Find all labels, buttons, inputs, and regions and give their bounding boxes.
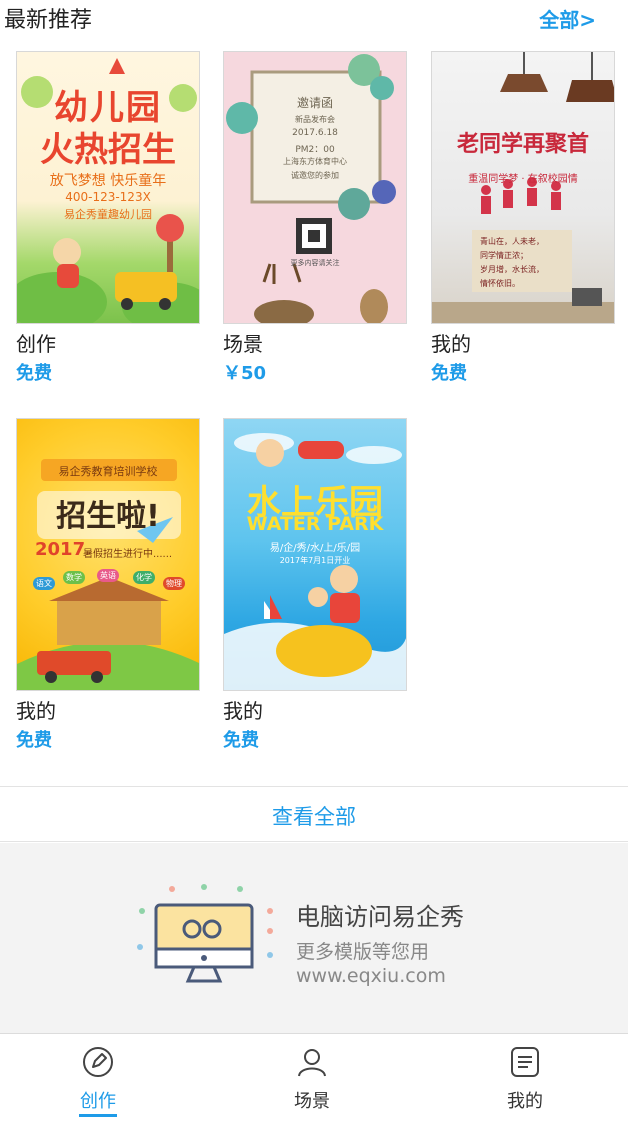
promo-title: 电脑访问易企秀 — [296, 903, 464, 931]
poster-text: 新品发布会 — [295, 115, 335, 124]
poster-text: 易/企/秀/水/上/乐/园 — [269, 543, 361, 554]
poster-decoration — [432, 52, 614, 323]
poster-decoration — [226, 54, 396, 323]
poster-text: 2017年7月1日开业 — [279, 556, 351, 565]
tab-label: 创作 — [80, 1091, 116, 1112]
template-thumbnail[interactable]: 幼儿园 火热招生 放飞梦想 快乐童年 400-123-123X 易企秀童趣幼儿园 — [16, 51, 200, 324]
poster-text: 岁月增，水长流， — [480, 265, 544, 274]
poster-title: 邀请函 — [296, 96, 333, 110]
tab-label: 场景 — [294, 1091, 330, 1112]
pen-icon — [83, 1047, 113, 1077]
poster-text: 同学情正浓； — [480, 251, 528, 260]
poster-text: 重温同学梦 · 在叙校园情 — [468, 174, 578, 185]
view-all-link[interactable]: 全部> — [539, 4, 596, 33]
template-thumbnail[interactable]: 老同学再聚首 重温同学梦 · 在叙校园情 青山在，人未老， 同学情正浓； 岁月增… — [431, 51, 615, 324]
bottom-tab-bar: 创作 场景 我的 — [0, 1033, 628, 1124]
template-name: 我的 — [16, 699, 56, 723]
template-card[interactable]: 水上乐园 WATER PARK 易/企/秀/水/上/乐/园 2017年7月1日开… — [223, 418, 407, 753]
section-title: 最新推荐 — [4, 8, 93, 33]
poster-title: WATER PARK — [246, 513, 384, 535]
template-card[interactable]: 幼儿园 火热招生 放飞梦想 快乐童年 400-123-123X 易企秀童趣幼儿园… — [16, 51, 200, 386]
poster-title: 老同学再聚首 — [456, 132, 589, 157]
poster-text: 400-123-123X — [65, 190, 151, 204]
poster-text: 情怀依旧。 — [480, 279, 520, 288]
poster-title: 招生啦! — [56, 499, 160, 534]
poster-text: 2017 — [35, 539, 86, 560]
promo-subtitle: 更多模版等您用 — [296, 941, 430, 963]
poster-text: 放飞梦想 快乐童年 — [49, 173, 167, 189]
tab-mine[interactable]: 我的 — [465, 1034, 585, 1124]
template-thumbnail[interactable]: 水上乐园 WATER PARK 易/企/秀/水/上/乐/园 2017年7月1日开… — [223, 418, 407, 691]
template-price: 免费 — [16, 363, 52, 384]
template-thumbnail[interactable]: 邀请函 新品发布会 2017.6.18 PM2：00 上海东方体育中心 诚邀您的… — [223, 51, 407, 324]
tab-scenes[interactable]: 场景 — [252, 1034, 372, 1124]
template-name: 我的 — [431, 332, 471, 356]
template-price: 免费 — [223, 730, 259, 751]
poster-text: PM2：00 — [295, 145, 335, 155]
poster-text: 暑假招生进行中...... — [83, 549, 173, 560]
poster-text: 英语 — [97, 569, 119, 582]
poster-text: 诚邀您的参加 — [291, 171, 339, 180]
poster-title: 火热招生 — [40, 130, 176, 170]
template-name: 场景 — [223, 332, 263, 356]
view-all-button[interactable]: 查看全部 — [0, 801, 628, 831]
tab-label: 我的 — [507, 1091, 543, 1112]
template-card[interactable]: 易企秀教育培训学校 招生啦! 2017 暑假招生进行中...... 语文 数学 … — [16, 418, 200, 753]
desktop-promo-banner: 电脑访问易企秀 更多模版等您用 www.eqxiu.com — [0, 843, 628, 1033]
poster-text: 易企秀教育培训学校 — [58, 465, 158, 478]
monitor-icon — [137, 884, 273, 983]
tab-active-indicator — [79, 1114, 117, 1117]
poster-text: 更多内容请关注 — [290, 259, 340, 267]
section-header: 最新推荐 全部> — [0, 0, 628, 34]
document-icon — [511, 1047, 539, 1077]
app-page: 最新推荐 全部> 幼儿园 火热招生 放飞梦想 快乐童年 400-123-123X — [0, 0, 628, 1124]
template-card[interactable]: 老同学再聚首 重温同学梦 · 在叙校园情 青山在，人未老， 同学情正浓； 岁月增… — [431, 51, 615, 386]
poster-text: 2017.6.18 — [292, 128, 338, 138]
poster-text: 化学 — [133, 571, 155, 584]
promo-url[interactable]: www.eqxiu.com — [296, 965, 446, 987]
template-price: ￥50 — [223, 363, 267, 384]
template-price: 免费 — [16, 730, 52, 751]
poster-text: 易企秀童趣幼儿园 — [64, 208, 152, 221]
poster-text: 物理 — [163, 577, 185, 590]
poster-text: 语文 — [33, 577, 55, 590]
person-icon — [298, 1049, 326, 1077]
poster-text: 青山在，人未老， — [480, 237, 544, 246]
view-all-bar: 查看全部 — [0, 786, 628, 842]
template-price: 免费 — [431, 363, 467, 384]
template-card[interactable]: 邀请函 新品发布会 2017.6.18 PM2：00 上海东方体育中心 诚邀您的… — [223, 51, 407, 386]
template-thumbnail[interactable]: 易企秀教育培训学校 招生啦! 2017 暑假招生进行中...... 语文 数学 … — [16, 418, 200, 691]
poster-text: 数学 — [63, 571, 85, 584]
poster-text: 上海东方体育中心 — [283, 157, 347, 166]
tab-create[interactable]: 创作 — [38, 1034, 158, 1124]
template-name: 我的 — [223, 699, 263, 723]
template-name: 创作 — [16, 332, 56, 356]
